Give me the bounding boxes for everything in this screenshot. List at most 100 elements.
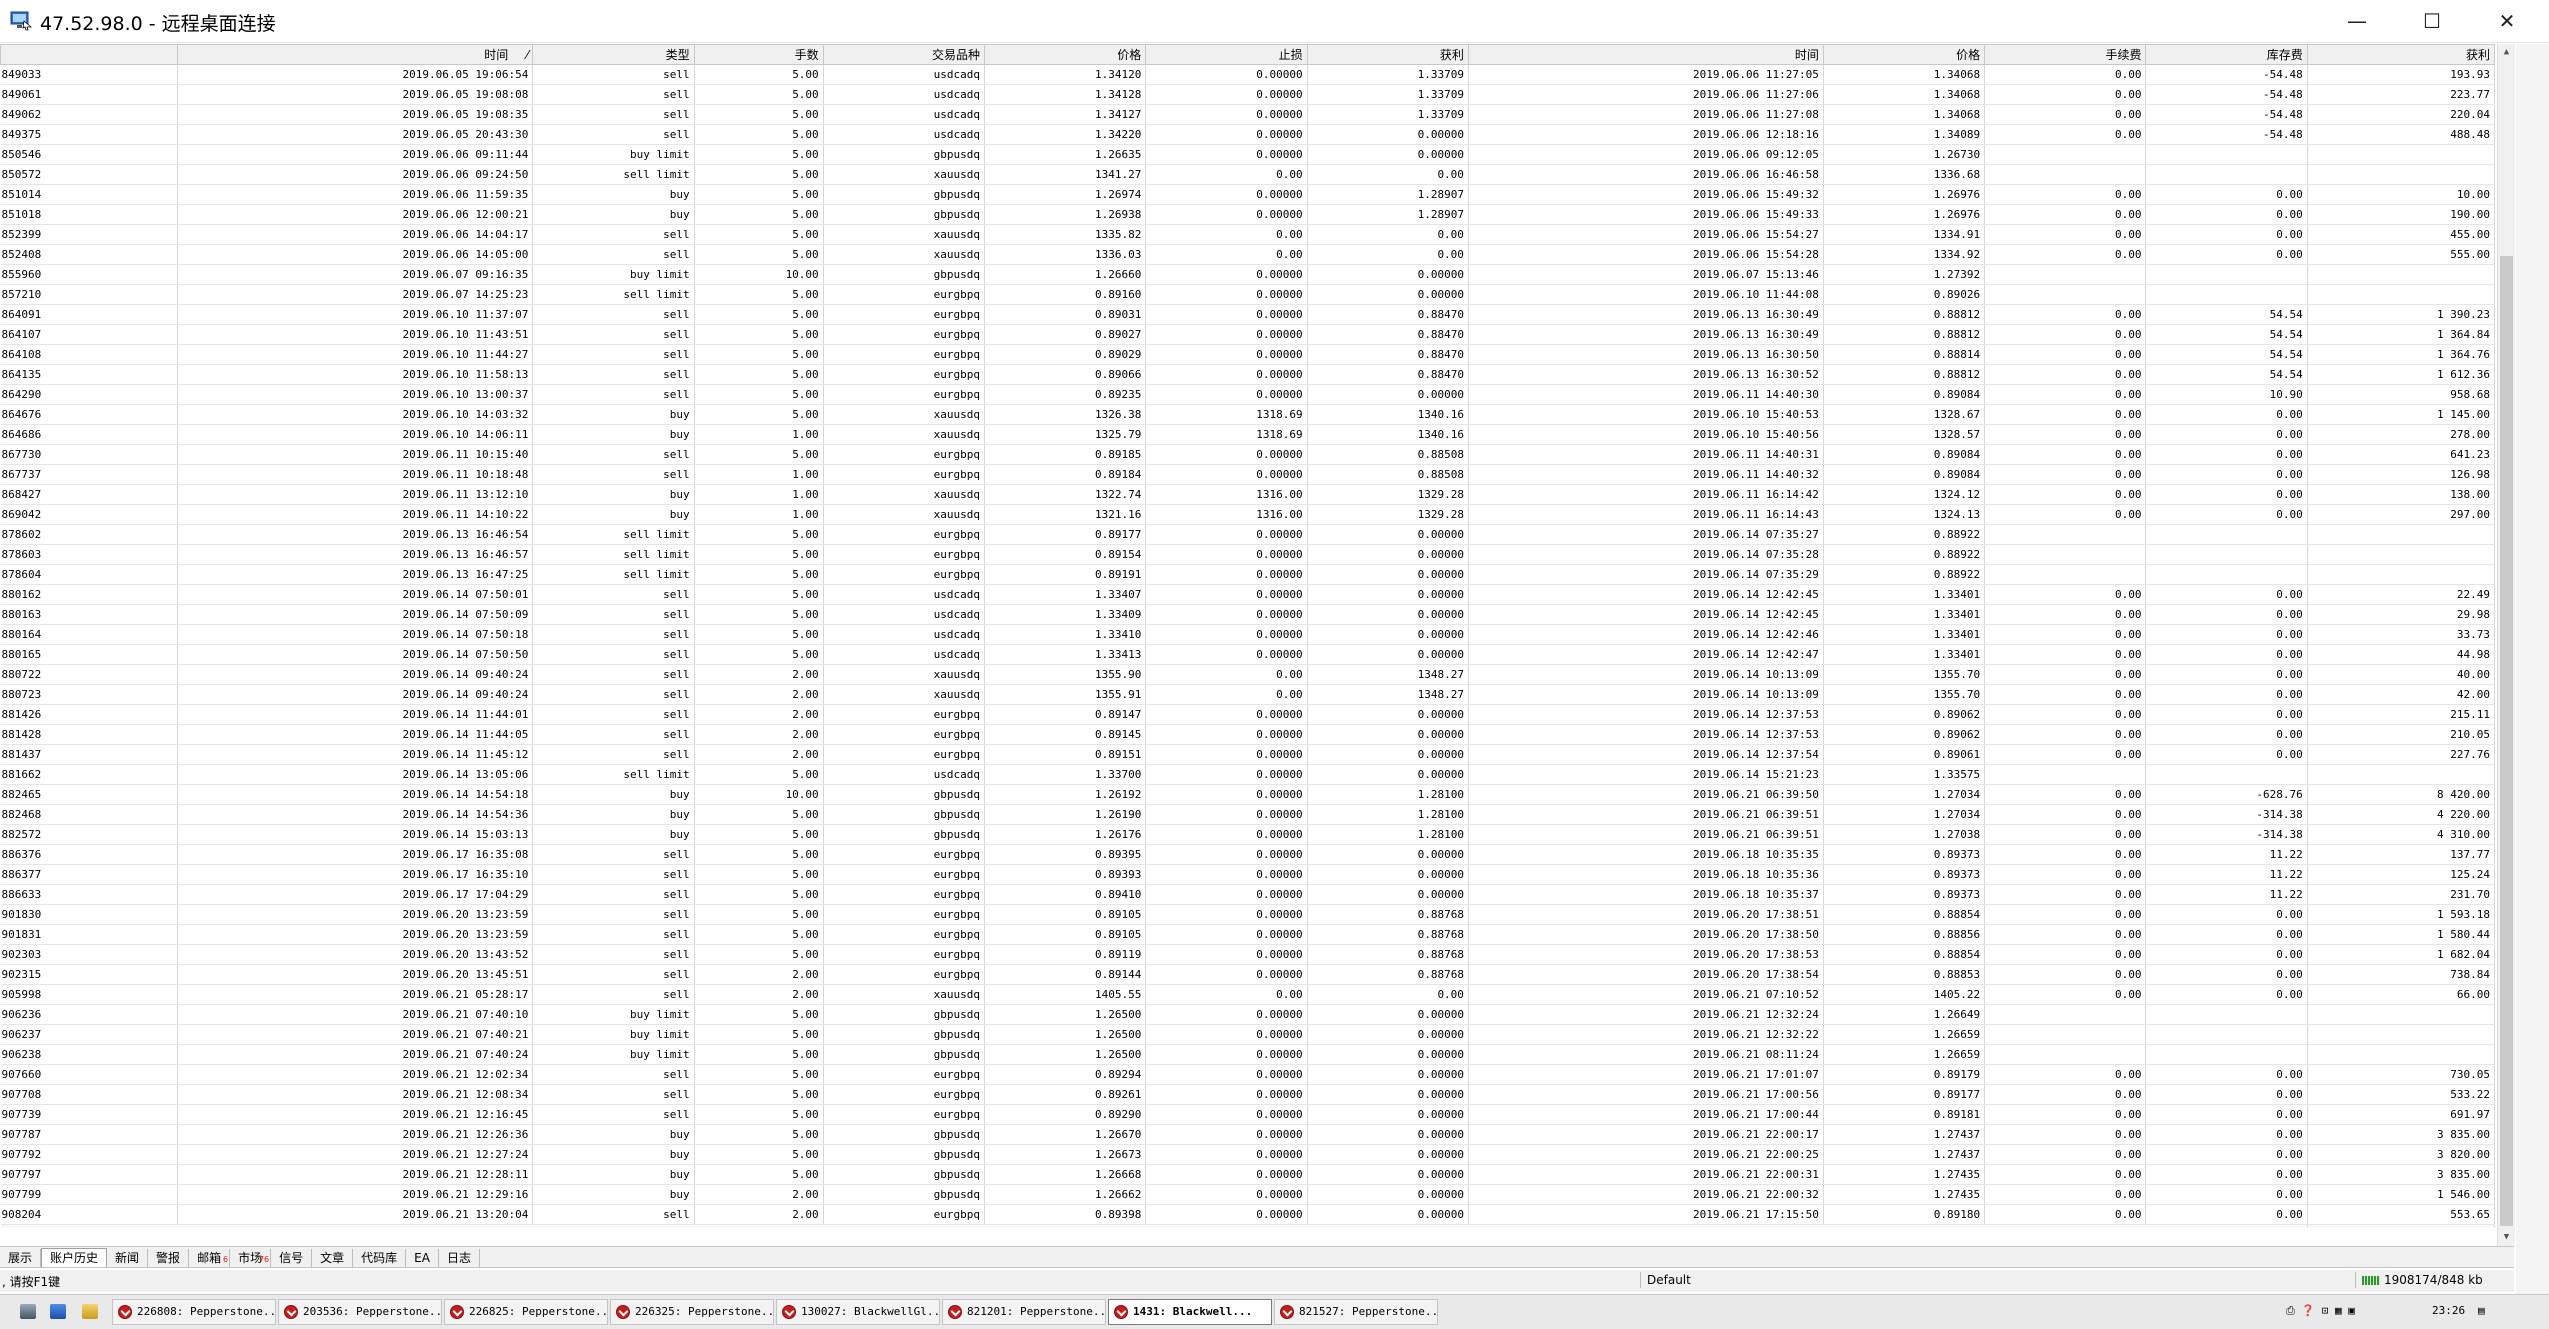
table-row[interactable]: 907739 2019.06.21 12:16:45 sell 5.00 eurgbpq… [0, 1104, 2495, 1125]
tab-7[interactable]: 文章 [312, 1249, 354, 1267]
table-row[interactable]: 864676 2019.06.10 14:03:32 buy 5.00 xauusdq 1… [0, 404, 2495, 425]
table-row[interactable]: 882465 2019.06.14 14:54:18 buy 10.00 gbpusdq… [0, 784, 2495, 805]
table-row[interactable]: 881428 2019.06.14 11:44:05 sell 2.00 eurgbpq… [0, 724, 2495, 745]
table-row[interactable]: 851018 2019.06.06 12:00:21 buy 5.00 gbpusdq 1… [0, 204, 2495, 225]
table-row[interactable]: 864686 2019.06.10 14:06:11 buy 1.00 xauusdq 1… [0, 424, 2495, 445]
table-row[interactable]: 906236 2019.06.21 07:40:10 buy limit 5.00 gb… [0, 1004, 2495, 1025]
maximize-button[interactable]: ☐ [2397, 0, 2467, 42]
column-header-2[interactable]: 类型 [532, 44, 695, 65]
column-header-7[interactable]: 获利 [1306, 44, 1469, 65]
table-row[interactable]: 886633 2019.06.17 17:04:29 sell 5.00 eurgbpq… [0, 884, 2495, 905]
folder-icon[interactable] [82, 1304, 98, 1319]
taskbar-window-button[interactable]: 226825: Pepperstone... [444, 1299, 608, 1325]
taskbar-window-button[interactable]: 226325: Pepperstone... [610, 1299, 774, 1325]
scroll-thumb[interactable] [2500, 256, 2513, 1226]
table-row[interactable]: 886377 2019.06.17 16:35:10 sell 5.00 eurgbpq… [0, 864, 2495, 885]
notification-icon[interactable]: ▤ [2478, 1301, 2485, 1321]
table-row[interactable]: 849033 2019.06.05 19:06:54 sell 5.00 usdcadq… [0, 64, 2495, 85]
table-row[interactable]: 880163 2019.06.14 07:50:09 sell 5.00 usdcadq… [0, 604, 2495, 625]
tab-4[interactable]: 邮箱 6 [189, 1249, 231, 1267]
table-row[interactable]: 908204 2019.06.21 13:20:04 sell 2.00 eurgbpq… [0, 1204, 2495, 1225]
table-row[interactable]: 852399 2019.06.06 14:04:17 sell 5.00 xauusdq… [0, 224, 2495, 245]
taskbar-window-button[interactable]: 821201: Pepperstone... [942, 1299, 1106, 1325]
minimize-button[interactable]: — [2322, 0, 2392, 42]
powershell-icon[interactable] [50, 1304, 66, 1319]
taskbar-window-button[interactable]: 821527: Pepperstone... [1274, 1299, 1438, 1325]
table-row[interactable]: 880722 2019.06.14 09:40:24 sell 2.00 xauusdq… [0, 664, 2495, 685]
column-header-8[interactable]: 时间 [1467, 44, 1824, 65]
table-row[interactable]: 901830 2019.06.20 13:23:59 sell 5.00 eurgbpq… [0, 904, 2495, 925]
table-row[interactable]: 864135 2019.06.10 11:58:13 sell 5.00 eurgbpq… [0, 364, 2495, 385]
tab-9[interactable]: EA [406, 1249, 439, 1267]
table-row[interactable]: 881437 2019.06.14 11:45:12 sell 2.00 eurgbpq… [0, 744, 2495, 765]
table-row[interactable]: 864107 2019.06.10 11:43:51 sell 5.00 eurgbpq… [0, 324, 2495, 345]
tab-10[interactable]: 日志 [439, 1249, 480, 1267]
table-row[interactable]: 902315 2019.06.20 13:45:51 sell 2.00 eurgbpq… [0, 964, 2495, 985]
table-row[interactable]: 906238 2019.06.21 07:40:24 buy limit 5.00 gb… [0, 1044, 2495, 1065]
column-header-9[interactable]: 价格 [1822, 44, 1986, 65]
table-row[interactable]: 869042 2019.06.11 14:10:22 buy 1.00 xauusdq 1… [0, 504, 2495, 525]
taskbar-window-button[interactable]: 226808: Pepperstone... [112, 1299, 276, 1325]
taskbar-window-button[interactable]: 1431: Blackwell... [1108, 1299, 1272, 1325]
table-row[interactable]: 878604 2019.06.13 16:47:25 sell limit 5.00 e… [0, 564, 2495, 585]
table-row[interactable]: 907708 2019.06.21 12:08:34 sell 5.00 eurgbpq… [0, 1084, 2495, 1105]
table-row[interactable]: 882572 2019.06.14 15:03:13 buy 5.00 gbpusdq 1… [0, 824, 2495, 845]
scroll-up-icon[interactable]: ▲ [2498, 44, 2515, 61]
table-row[interactable]: 864108 2019.06.10 11:44:27 sell 5.00 eurgbpq… [0, 344, 2495, 365]
table-row[interactable]: 849061 2019.06.05 19:08:08 sell 5.00 usdcadq… [0, 84, 2495, 105]
column-header-12[interactable]: 获利 [2306, 44, 2495, 65]
tab-6[interactable]: 信号 [271, 1249, 313, 1267]
table-row[interactable]: 906237 2019.06.21 07:40:21 buy limit 5.00 gb… [0, 1024, 2495, 1045]
table-row[interactable]: 878603 2019.06.13 16:46:57 sell limit 5.00 e… [0, 544, 2495, 565]
column-header-1[interactable]: 时间 ⁄ [177, 44, 534, 65]
table-row[interactable]: 868427 2019.06.11 13:12:10 buy 1.00 xauusdq 1… [0, 484, 2495, 505]
close-button[interactable]: ✕ [2472, 0, 2542, 42]
table-row[interactable]: 907787 2019.06.21 12:26:36 buy 5.00 gbpusdq 1… [0, 1124, 2495, 1145]
column-header-11[interactable]: 库存费 [2145, 44, 2308, 65]
taskbar-window-button[interactable]: 203536: Pepperstone... [278, 1299, 442, 1325]
table-row[interactable]: 880165 2019.06.14 07:50:50 sell 5.00 usdcadq… [0, 644, 2495, 665]
column-header-0[interactable] [0, 44, 179, 65]
column-header-5[interactable]: 价格 [983, 44, 1147, 65]
table-row[interactable]: 850546 2019.06.06 09:11:44 buy limit 5.00 gb… [0, 144, 2495, 165]
table-row[interactable]: 907799 2019.06.21 12:29:16 buy 2.00 gbpusdq 1… [0, 1184, 2495, 1205]
tab-2[interactable]: 新闻 [107, 1249, 149, 1267]
table-row[interactable]: 905998 2019.06.21 05:28:17 sell 2.00 xauusdq… [0, 984, 2495, 1005]
table-row[interactable]: 864290 2019.06.10 13:00:37 sell 5.00 eurgbpq… [0, 384, 2495, 405]
table-row[interactable]: 880162 2019.06.14 07:50:01 sell 5.00 usdcadq… [0, 584, 2495, 605]
table-row[interactable]: 907797 2019.06.21 12:28:11 buy 5.00 gbpusdq 1… [0, 1164, 2495, 1185]
table-row[interactable]: 867737 2019.06.11 10:18:48 sell 1.00 eurgbpq… [0, 464, 2495, 485]
tray-icons[interactable]: ⎙ ❓ ⊡ ▦ ▣ [2286, 1301, 2355, 1321]
taskbar-window-button[interactable]: 130027: BlackwellGl... [776, 1299, 940, 1325]
desktop-icon[interactable] [20, 1304, 36, 1319]
column-header-4[interactable]: 交易品种 [822, 44, 986, 65]
column-header-6[interactable]: 止损 [1145, 44, 1308, 65]
table-row[interactable]: 907660 2019.06.21 12:02:34 sell 5.00 eurgbpq… [0, 1064, 2495, 1085]
table-row[interactable]: 880723 2019.06.14 09:40:24 sell 2.00 xauusdq… [0, 684, 2495, 705]
tab-5[interactable]: 市场 76 [230, 1249, 272, 1267]
tab-8[interactable]: 代码库 [353, 1249, 407, 1267]
table-row[interactable]: 850572 2019.06.06 09:24:50 sell limit 5.00 x… [0, 164, 2495, 185]
table-row[interactable]: 852408 2019.06.06 14:05:00 sell 5.00 xauusdq… [0, 244, 2495, 265]
table-row[interactable]: 881426 2019.06.14 11:44:01 sell 2.00 eurgbpq… [0, 704, 2495, 725]
table-row[interactable]: 902303 2019.06.20 13:43:52 sell 5.00 eurgbpq… [0, 944, 2495, 965]
column-header-3[interactable]: 手数 [693, 44, 824, 65]
table-row[interactable]: 881662 2019.06.14 13:05:06 sell limit 5.00 u… [0, 764, 2495, 785]
table-row[interactable]: 849062 2019.06.05 19:08:35 sell 5.00 usdcadq… [0, 104, 2495, 125]
column-header-10[interactable]: 手续费 [1984, 44, 2147, 65]
table-row[interactable]: 880164 2019.06.14 07:50:18 sell 5.00 usdcadq… [0, 624, 2495, 645]
table-row[interactable]: 907792 2019.06.21 12:27:24 buy 5.00 gbpusdq 1… [0, 1144, 2495, 1165]
scroll-down-icon[interactable]: ▼ [2498, 1229, 2515, 1246]
table-row[interactable]: 864091 2019.06.10 11:37:07 sell 5.00 eurgbpq… [0, 304, 2495, 325]
table-row[interactable]: 901831 2019.06.20 13:23:59 sell 5.00 eurgbpq… [0, 924, 2495, 945]
table-row[interactable]: 886376 2019.06.17 16:35:08 sell 5.00 eurgbpq… [0, 844, 2495, 865]
table-row[interactable]: 857210 2019.06.07 14:25:23 sell limit 5.00 e… [0, 284, 2495, 305]
table-row[interactable]: 855960 2019.06.07 09:16:35 buy limit 10.00 g… [0, 264, 2495, 285]
table-row[interactable]: 867730 2019.06.11 10:15:40 sell 5.00 eurgbpq… [0, 444, 2495, 465]
vertical-scrollbar[interactable]: ▲ ▼ [2497, 44, 2515, 1246]
table-row[interactable]: 878602 2019.06.13 16:46:54 sell limit 5.00 e… [0, 524, 2495, 545]
table-row[interactable]: 851014 2019.06.06 11:59:35 buy 5.00 gbpusdq 1… [0, 184, 2495, 205]
tab-3[interactable]: 警报 [148, 1249, 190, 1267]
tab-0[interactable]: 展示 [0, 1249, 42, 1267]
table-row[interactable]: 882468 2019.06.14 14:54:36 buy 5.00 gbpusdq 1… [0, 804, 2495, 825]
